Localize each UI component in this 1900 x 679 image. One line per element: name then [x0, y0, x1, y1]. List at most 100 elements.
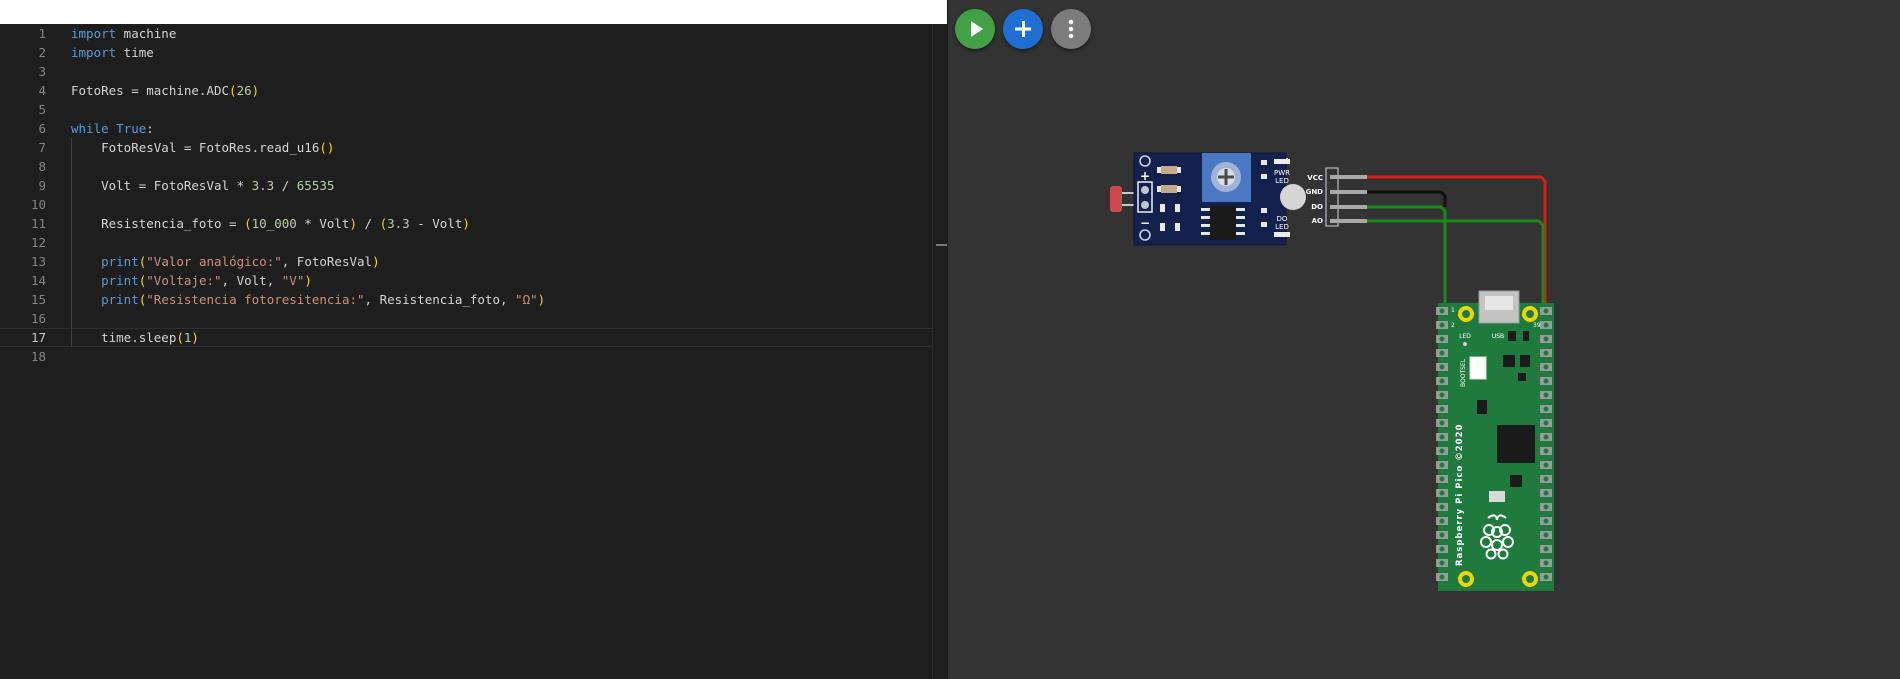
pin-vcc[interactable] [1330, 175, 1367, 179]
pin2-label: 2 [1451, 322, 1455, 329]
gpio-pin-hole [1543, 574, 1549, 580]
gpio-pin-hole [1543, 560, 1549, 566]
gpio-pin-hole [1543, 308, 1549, 314]
gpio-pin-hole [1439, 504, 1445, 510]
code-line[interactable]: 5 [0, 100, 947, 119]
pin-ao[interactable] [1330, 219, 1367, 223]
code-line[interactable]: 1 import machine [0, 24, 947, 43]
gpio-pin-hole [1439, 406, 1445, 412]
line-number: 8 [38, 159, 46, 174]
code-text[interactable]: time.sleep(1) [71, 328, 199, 347]
pin1-label: 1 [1451, 307, 1455, 314]
gpio-pin-hole [1543, 364, 1549, 370]
line-number: 13 [30, 254, 46, 269]
code-text[interactable]: FotoResVal = FotoRes.read_u16() [71, 138, 334, 157]
wires [1366, 175, 1547, 303]
gpio-pin-hole [1543, 532, 1549, 538]
pin39-label: 39 [1533, 322, 1541, 329]
code-text[interactable]: Volt = FotoResVal * 3.3 / 65535 [71, 176, 334, 195]
circuit-diagram: + − PWR LED DO LED VCC GND DO AO USB LED… [1110, 152, 1554, 591]
line-number: 14 [30, 273, 46, 288]
line-number: 5 [38, 102, 46, 117]
pin-gnd[interactable] [1330, 190, 1367, 194]
wire-gnd[interactable] [1366, 190, 1447, 207]
plus-label: + [1140, 169, 1150, 183]
gpio-pin-hole [1439, 350, 1445, 356]
code-line[interactable]: 4 FotoRes = machine.ADC(26) [0, 81, 947, 100]
line-number: 7 [38, 140, 46, 155]
gpio-pin-hole [1543, 406, 1549, 412]
code-line[interactable]: 12 [0, 233, 947, 252]
line-number: 2 [38, 45, 46, 60]
code-line[interactable]: 15 print("Resistencia fotoresitencia:", … [0, 290, 947, 309]
code-text[interactable]: print("Voltaje:", Volt, "V") [71, 271, 312, 290]
code-line[interactable]: 8 [0, 157, 947, 176]
code-text[interactable]: import machine [71, 24, 176, 43]
pwr-led [1274, 159, 1290, 164]
line-number: 15 [30, 292, 46, 307]
code-line[interactable]: 17 time.sleep(1) [0, 328, 947, 347]
bootsel-label: BOOTSEL [1460, 358, 1467, 387]
minus-label: − [1140, 216, 1150, 230]
line-number: 9 [38, 178, 46, 193]
gpio-pin-hole [1543, 322, 1549, 328]
sensitivity-led-lens [1280, 184, 1306, 210]
gpio-pin-hole [1439, 532, 1445, 538]
code-line[interactable]: 6 while True: [0, 119, 947, 138]
gpio-pin-hole [1543, 434, 1549, 440]
gpio-pin-hole [1439, 560, 1445, 566]
code-text[interactable]: FotoRes = machine.ADC(26) [71, 81, 259, 100]
gpio-pin-hole [1543, 420, 1549, 426]
indent-guide [71, 138, 72, 347]
pin-label-ao: AO [1312, 217, 1323, 225]
code-editor[interactable]: 1 import machine 2 import time 3 4 FotoRes = m… [0, 24, 947, 679]
led-label: LED [1459, 333, 1471, 340]
code-line[interactable]: 14 print("Voltaje:", Volt, "V") [0, 271, 947, 290]
gpio-pin-hole [1439, 518, 1445, 524]
pin-do[interactable] [1330, 205, 1367, 209]
gpio-pin-hole [1439, 378, 1445, 384]
gpio-pin-hole [1543, 448, 1549, 454]
editor-scrollbar[interactable] [932, 24, 948, 679]
gpio-pin-hole [1543, 518, 1549, 524]
bootsel-button[interactable] [1469, 356, 1487, 380]
pin-label-gnd: GND [1306, 188, 1324, 196]
gpio-pin-hole [1543, 504, 1549, 510]
code-line[interactable]: 18 [0, 347, 947, 366]
gpio-pin-hole [1543, 378, 1549, 384]
gpio-pin-hole [1439, 308, 1445, 314]
code-line[interactable]: 9 Volt = FotoResVal * 3.3 / 65535 [0, 176, 947, 195]
code-line[interactable]: 2 import time [0, 43, 947, 62]
wire-vcc[interactable] [1366, 175, 1547, 303]
code-line[interactable]: 11 Resistencia_foto = (10_000 * Volt) / … [0, 214, 947, 233]
line-number: 4 [38, 83, 46, 98]
code-text[interactable]: print("Resistencia fotoresitencia:", Res… [71, 290, 545, 309]
code-line[interactable]: 10 [0, 195, 947, 214]
gpio-pin-hole [1439, 490, 1445, 496]
gpio-pin-hole [1543, 546, 1549, 552]
ldr-photoresistor[interactable] [1110, 186, 1122, 212]
editor-top-bar [0, 0, 948, 24]
gpio-pin-hole [1439, 420, 1445, 426]
line-number: 11 [30, 216, 46, 231]
do-led-label: DO LED [1275, 215, 1289, 231]
photoresistor-sensor-module[interactable]: + − PWR LED DO LED VCC GND DO AO [1110, 152, 1367, 246]
raspberry-pi-pico-board[interactable]: USB LED 1 2 39 BOOTSEL Raspberry Pi Pico… [1436, 290, 1554, 591]
pwr-led-label: PWR LED [1274, 169, 1290, 185]
usb-label: USB [1492, 333, 1504, 340]
code-text[interactable]: import time [71, 43, 154, 62]
pin-label-vcc: VCC [1307, 174, 1323, 182]
gpio-pin-hole [1439, 448, 1445, 454]
code-line[interactable]: 7 FotoResVal = FotoRes.read_u16() [0, 138, 947, 157]
gpio-pin-hole [1439, 364, 1445, 370]
code-line[interactable]: 13 print("Valor analógico:", FotoResVal) [0, 252, 947, 271]
code-line[interactable]: 3 [0, 62, 947, 81]
code-text[interactable]: print("Valor analógico:", FotoResVal) [71, 252, 379, 271]
line-number: 6 [38, 121, 46, 136]
line-number: 10 [30, 197, 46, 212]
gpio-pin-hole [1543, 350, 1549, 356]
code-text[interactable]: while True: [71, 119, 154, 138]
code-line[interactable]: 16 [0, 309, 947, 328]
code-text[interactable]: Resistencia_foto = (10_000 * Volt) / (3.… [71, 214, 470, 233]
line-number: 16 [30, 311, 46, 326]
